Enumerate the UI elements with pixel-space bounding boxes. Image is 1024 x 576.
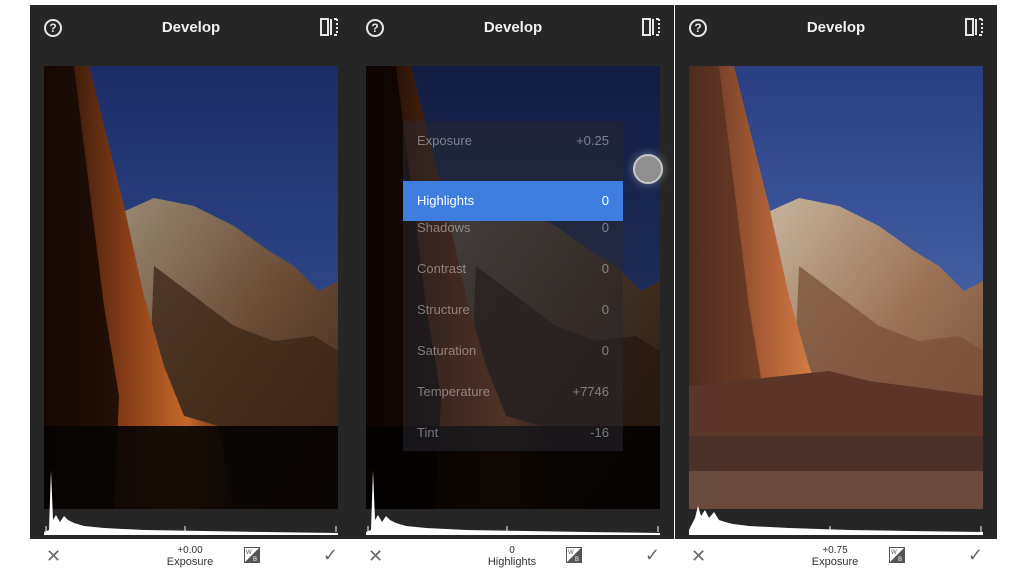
menu-item-temperature[interactable]: Temperature +7746 [403, 372, 623, 412]
menu-item-shadows[interactable]: Shadows 0 [403, 208, 623, 248]
menu-item-label: Exposure [417, 133, 472, 148]
menu-item-value: 0 [601, 220, 609, 235]
white-balance-icon[interactable]: B W [566, 547, 582, 563]
develop-screen-1: ? Develop ✕ +0.00 Exposure B W ✓ [30, 5, 352, 576]
compare-split-icon[interactable] [642, 17, 660, 37]
svg-text:B: B [253, 557, 257, 563]
menu-item-label: Contrast [417, 261, 467, 276]
compare-split-icon[interactable] [320, 17, 338, 37]
menu-item-label: Shadows [417, 220, 471, 235]
white-balance-icon[interactable]: B W [244, 547, 260, 563]
check-icon[interactable]: ✓ [323, 545, 338, 566]
adjustment-value: +0.00 [177, 545, 203, 556]
white-balance-icon[interactable]: B W [889, 547, 905, 563]
bottom-bar: ✕ +0.75 Exposure B W ✓ [675, 539, 997, 576]
svg-text:B: B [575, 557, 579, 563]
top-bar: ? Develop [30, 5, 352, 51]
histogram [44, 470, 338, 535]
menu-item-contrast[interactable]: Contrast 0 [403, 249, 623, 289]
page-title: Develop [483, 19, 543, 36]
adjustment-label: Exposure [811, 556, 859, 568]
adjustment-value: +0.75 [822, 545, 848, 556]
menu-item-label: Structure [417, 302, 470, 317]
close-icon[interactable]: ✕ [691, 547, 706, 565]
menu-item-label: Saturation [417, 343, 477, 358]
menu-item-exposure[interactable]: Exposure +0.25 [403, 121, 623, 161]
menu-item-value: +0.25 [576, 133, 609, 148]
menu-item-saturation[interactable]: Saturation 0 [403, 331, 623, 371]
close-icon[interactable]: ✕ [46, 547, 61, 565]
menu-item-label: Highlights [417, 193, 475, 208]
adjustment-label: Exposure [166, 556, 214, 568]
menu-item-label: Temperature [417, 384, 490, 399]
menu-item-tint[interactable]: Tint -16 [403, 413, 623, 453]
develop-screen-2: ? Develop Exposure +0.25 Highlights 0 Sh… [352, 5, 674, 576]
adjustment-readout: 0 Highlights [462, 545, 562, 569]
photo-canvas[interactable] [689, 66, 983, 509]
svg-text:B: B [898, 557, 902, 563]
svg-text:W: W [891, 550, 897, 556]
svg-text:W: W [568, 550, 574, 556]
check-icon[interactable]: ✓ [645, 545, 660, 566]
svg-text:W: W [246, 550, 252, 556]
touch-indicator [633, 154, 663, 184]
bottom-bar: ✕ 0 Highlights B W ✓ [352, 539, 674, 576]
page-title: Develop [806, 19, 866, 36]
menu-item-value: 0 [601, 343, 609, 358]
adjustment-label: Highlights [487, 556, 537, 568]
bottom-bar: ✕ +0.00 Exposure B W ✓ [30, 539, 352, 576]
menu-item-value: 0 [601, 193, 609, 208]
histogram [689, 506, 983, 535]
adjustment-readout: +0.75 Exposure [785, 545, 885, 569]
menu-item-structure[interactable]: Structure 0 [403, 290, 623, 330]
photo-canvas[interactable] [44, 66, 338, 509]
menu-item-label: Tint [417, 425, 439, 440]
histogram [366, 470, 660, 535]
top-bar: ? Develop [352, 5, 674, 51]
menu-item-value: -16 [590, 425, 609, 440]
menu-item-value: +7746 [572, 384, 609, 399]
compare-split-icon[interactable] [965, 17, 983, 37]
page-title: Develop [161, 19, 221, 36]
close-icon[interactable]: ✕ [368, 547, 383, 565]
develop-screen-3: ? Develop ✕ +0.75 Exposure B W ✓ [675, 5, 997, 576]
adjustment-value: 0 [509, 545, 515, 556]
adjustment-readout: +0.00 Exposure [140, 545, 240, 569]
adjustment-menu: Exposure +0.25 Highlights 0 Shadows 0 Co… [403, 121, 623, 451]
menu-item-value: 0 [601, 261, 609, 276]
menu-item-value: 0 [601, 302, 609, 317]
top-bar: ? Develop [675, 5, 997, 51]
check-icon[interactable]: ✓ [968, 545, 983, 566]
